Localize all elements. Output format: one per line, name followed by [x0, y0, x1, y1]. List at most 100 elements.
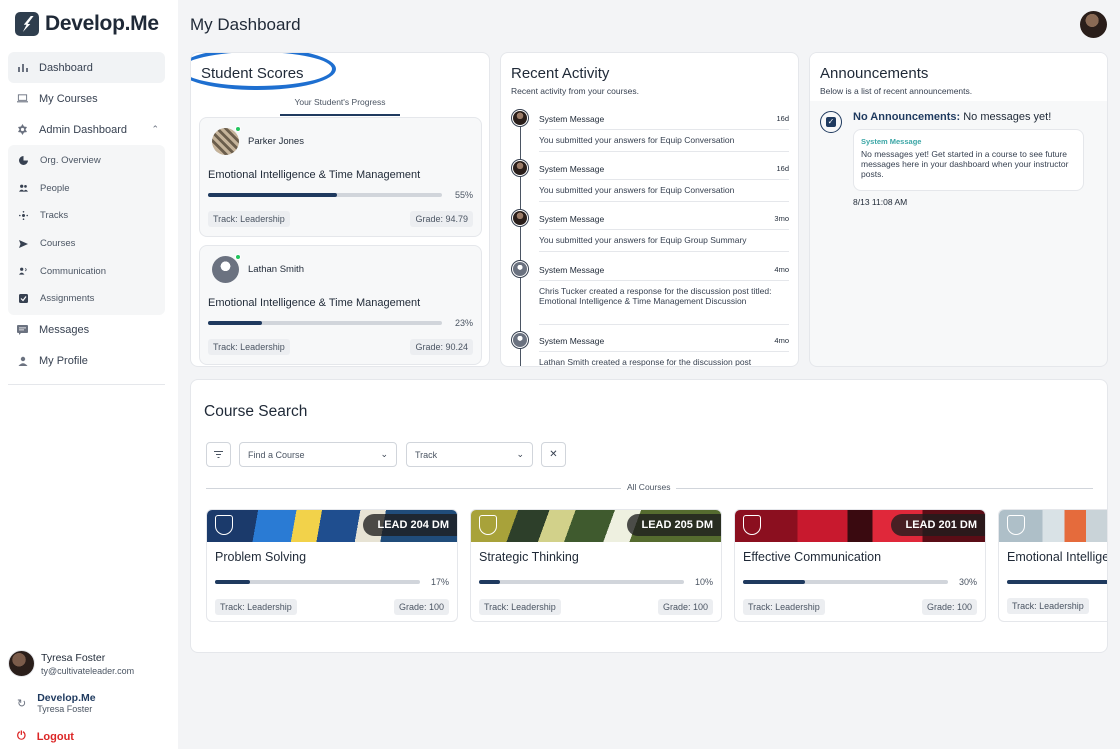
divider	[539, 280, 789, 281]
sidebar-item-people[interactable]: People	[8, 175, 165, 203]
clear-filters-button[interactable]: ✕	[541, 442, 566, 467]
divider	[539, 201, 789, 202]
announcement-timestamp: 8/13 11:08 AM	[853, 197, 908, 207]
pie-chart-icon	[19, 156, 28, 166]
activity-time: 3mo	[774, 214, 789, 223]
activity-label: System Message	[539, 214, 605, 224]
announcement-message-label: System Message	[861, 137, 922, 146]
sidebar-item-label: My Profile	[39, 355, 88, 368]
course-title: Effective Communication	[743, 550, 882, 564]
activity-time: 16d	[776, 114, 789, 123]
sidebar-item-label: Admin Dashboard	[39, 123, 128, 136]
announcements-header: Announcements Below is a list of recent …	[820, 65, 972, 96]
progress-fill	[208, 193, 337, 197]
course-shield-icon	[743, 515, 761, 535]
course-card[interactable]: Emotional Intellige Track: Leadership	[998, 509, 1108, 622]
admin-subnav: Org. Overview People Tracks Courses Comm…	[8, 145, 165, 315]
all-courses-label: All Courses	[621, 482, 677, 492]
sidebar-nav: Dashboard My Courses Admin Dashboard ⌃ O…	[8, 52, 165, 377]
chevron-down-icon: ⌄	[380, 449, 388, 459]
current-user[interactable]: Tyresa Foster ty@cultivateleader.com	[8, 650, 134, 677]
sidebar: Develop.Me Dashboard My Courses Admin Da…	[0, 0, 178, 749]
divider	[539, 179, 789, 180]
sidebar-item-courses[interactable]: Courses	[8, 230, 165, 258]
user-email: ty@cultivateleader.com	[41, 665, 135, 676]
avatar	[511, 260, 529, 278]
laptop-icon	[17, 93, 28, 104]
progress-fill	[479, 580, 500, 584]
progress-percent: 10%	[694, 577, 713, 587]
track-badge: Track: Leadership	[215, 599, 297, 615]
online-status-dot	[235, 254, 241, 260]
announcements-card: Announcements Below is a list of recent …	[809, 52, 1108, 367]
activity-time: 4mo	[774, 265, 789, 274]
course-shield-icon	[479, 515, 497, 535]
sidebar-item-admin-dashboard[interactable]: Admin Dashboard ⌃	[8, 114, 165, 145]
avatar[interactable]	[1080, 11, 1107, 38]
course-title: Emotional Intellige	[1007, 550, 1108, 564]
sidebar-item-assignments[interactable]: Assignments	[8, 285, 165, 313]
course-search-title: Course Search	[204, 403, 308, 420]
sidebar-item-messages[interactable]: Messages	[8, 315, 165, 346]
brand-logo[interactable]: Develop.Me	[15, 12, 159, 36]
activity-label: System Message	[539, 164, 605, 174]
divider	[539, 129, 789, 130]
course-card[interactable]: LEAD 205 DM Strategic Thinking 10% Track…	[470, 509, 722, 622]
admin-gear-icon	[17, 124, 28, 135]
sidebar-item-dashboard[interactable]: Dashboard	[8, 52, 165, 83]
tab-students-progress[interactable]: Your Student's Progress	[280, 97, 400, 116]
recent-activity-title: Recent Activity	[511, 65, 610, 82]
sidebar-item-my-profile[interactable]: My Profile	[8, 346, 165, 377]
sidebar-item-my-courses[interactable]: My Courses	[8, 83, 165, 114]
bar-chart-icon	[17, 62, 28, 73]
progress-bar	[208, 193, 442, 197]
sidebar-item-label: Dashboard	[39, 61, 93, 74]
track-badge: Track: Leadership	[208, 211, 290, 227]
avatar	[212, 256, 239, 283]
course-code-badge: LEAD 201 DM	[891, 514, 985, 536]
divider	[539, 151, 789, 152]
recent-activity-card: Recent Activity Recent activity from you…	[500, 52, 799, 367]
logout-button[interactable]: ⏻ Logout	[17, 730, 74, 743]
avatar	[511, 209, 529, 227]
user-name: Tyresa Foster	[41, 651, 106, 664]
course-code-badge: LEAD 204 DM	[363, 514, 457, 536]
track-badge: Track: Leadership	[208, 339, 290, 355]
sidebar-item-org-overview[interactable]: Org. Overview	[8, 147, 165, 175]
announcement-check-icon: ✓	[820, 111, 842, 133]
track-badge: Track: Leadership	[1007, 598, 1089, 614]
filter-button[interactable]	[206, 442, 231, 467]
progress-bar	[479, 580, 684, 584]
filter-icon	[214, 451, 223, 458]
student-score-item[interactable]: Lathan Smith Emotional Intelligence & Ti…	[199, 245, 482, 365]
org-switcher[interactable]: ↻ Develop.Me Tyresa Foster	[17, 692, 96, 714]
find-course-select[interactable]: Find a Course ⌄	[239, 442, 397, 467]
send-icon	[19, 239, 28, 248]
progress-bar	[215, 580, 420, 584]
chevron-up-icon[interactable]: ⌃	[151, 124, 159, 135]
divider	[539, 251, 789, 252]
course-card[interactable]: LEAD 201 DM Effective Communication 30% …	[734, 509, 986, 622]
avatar	[8, 650, 35, 677]
course-card[interactable]: LEAD 204 DM Problem Solving 17% Track: L…	[206, 509, 458, 622]
track-select[interactable]: Track ⌄	[406, 442, 533, 467]
course-shield-icon	[1007, 515, 1025, 535]
sidebar-item-communication[interactable]: Communication	[8, 257, 165, 285]
sidebar-item-label: Communication	[40, 265, 106, 277]
avatar	[511, 159, 529, 177]
progress-fill	[1007, 580, 1107, 584]
track-badge: Track: Leadership	[479, 599, 561, 615]
activity-body: Chris Tucker created a response for the …	[539, 286, 772, 307]
progress-percent: 17%	[430, 577, 449, 587]
course-title: Strategic Thinking	[479, 550, 579, 564]
activity-label: System Message	[539, 265, 605, 275]
activity-body: You submitted your answers for Equip Gro…	[539, 235, 747, 245]
activity-time: 4mo	[774, 336, 789, 345]
online-status-dot	[235, 126, 241, 132]
progress-percent: 23%	[454, 318, 473, 328]
course-shield-icon	[215, 515, 233, 535]
student-name: Parker Jones	[248, 136, 304, 147]
sidebar-item-tracks[interactable]: Tracks	[8, 202, 165, 230]
student-score-item[interactable]: Parker Jones Emotional Intelligence & Ti…	[199, 117, 482, 237]
grade-badge: Grade: 100	[921, 599, 977, 615]
